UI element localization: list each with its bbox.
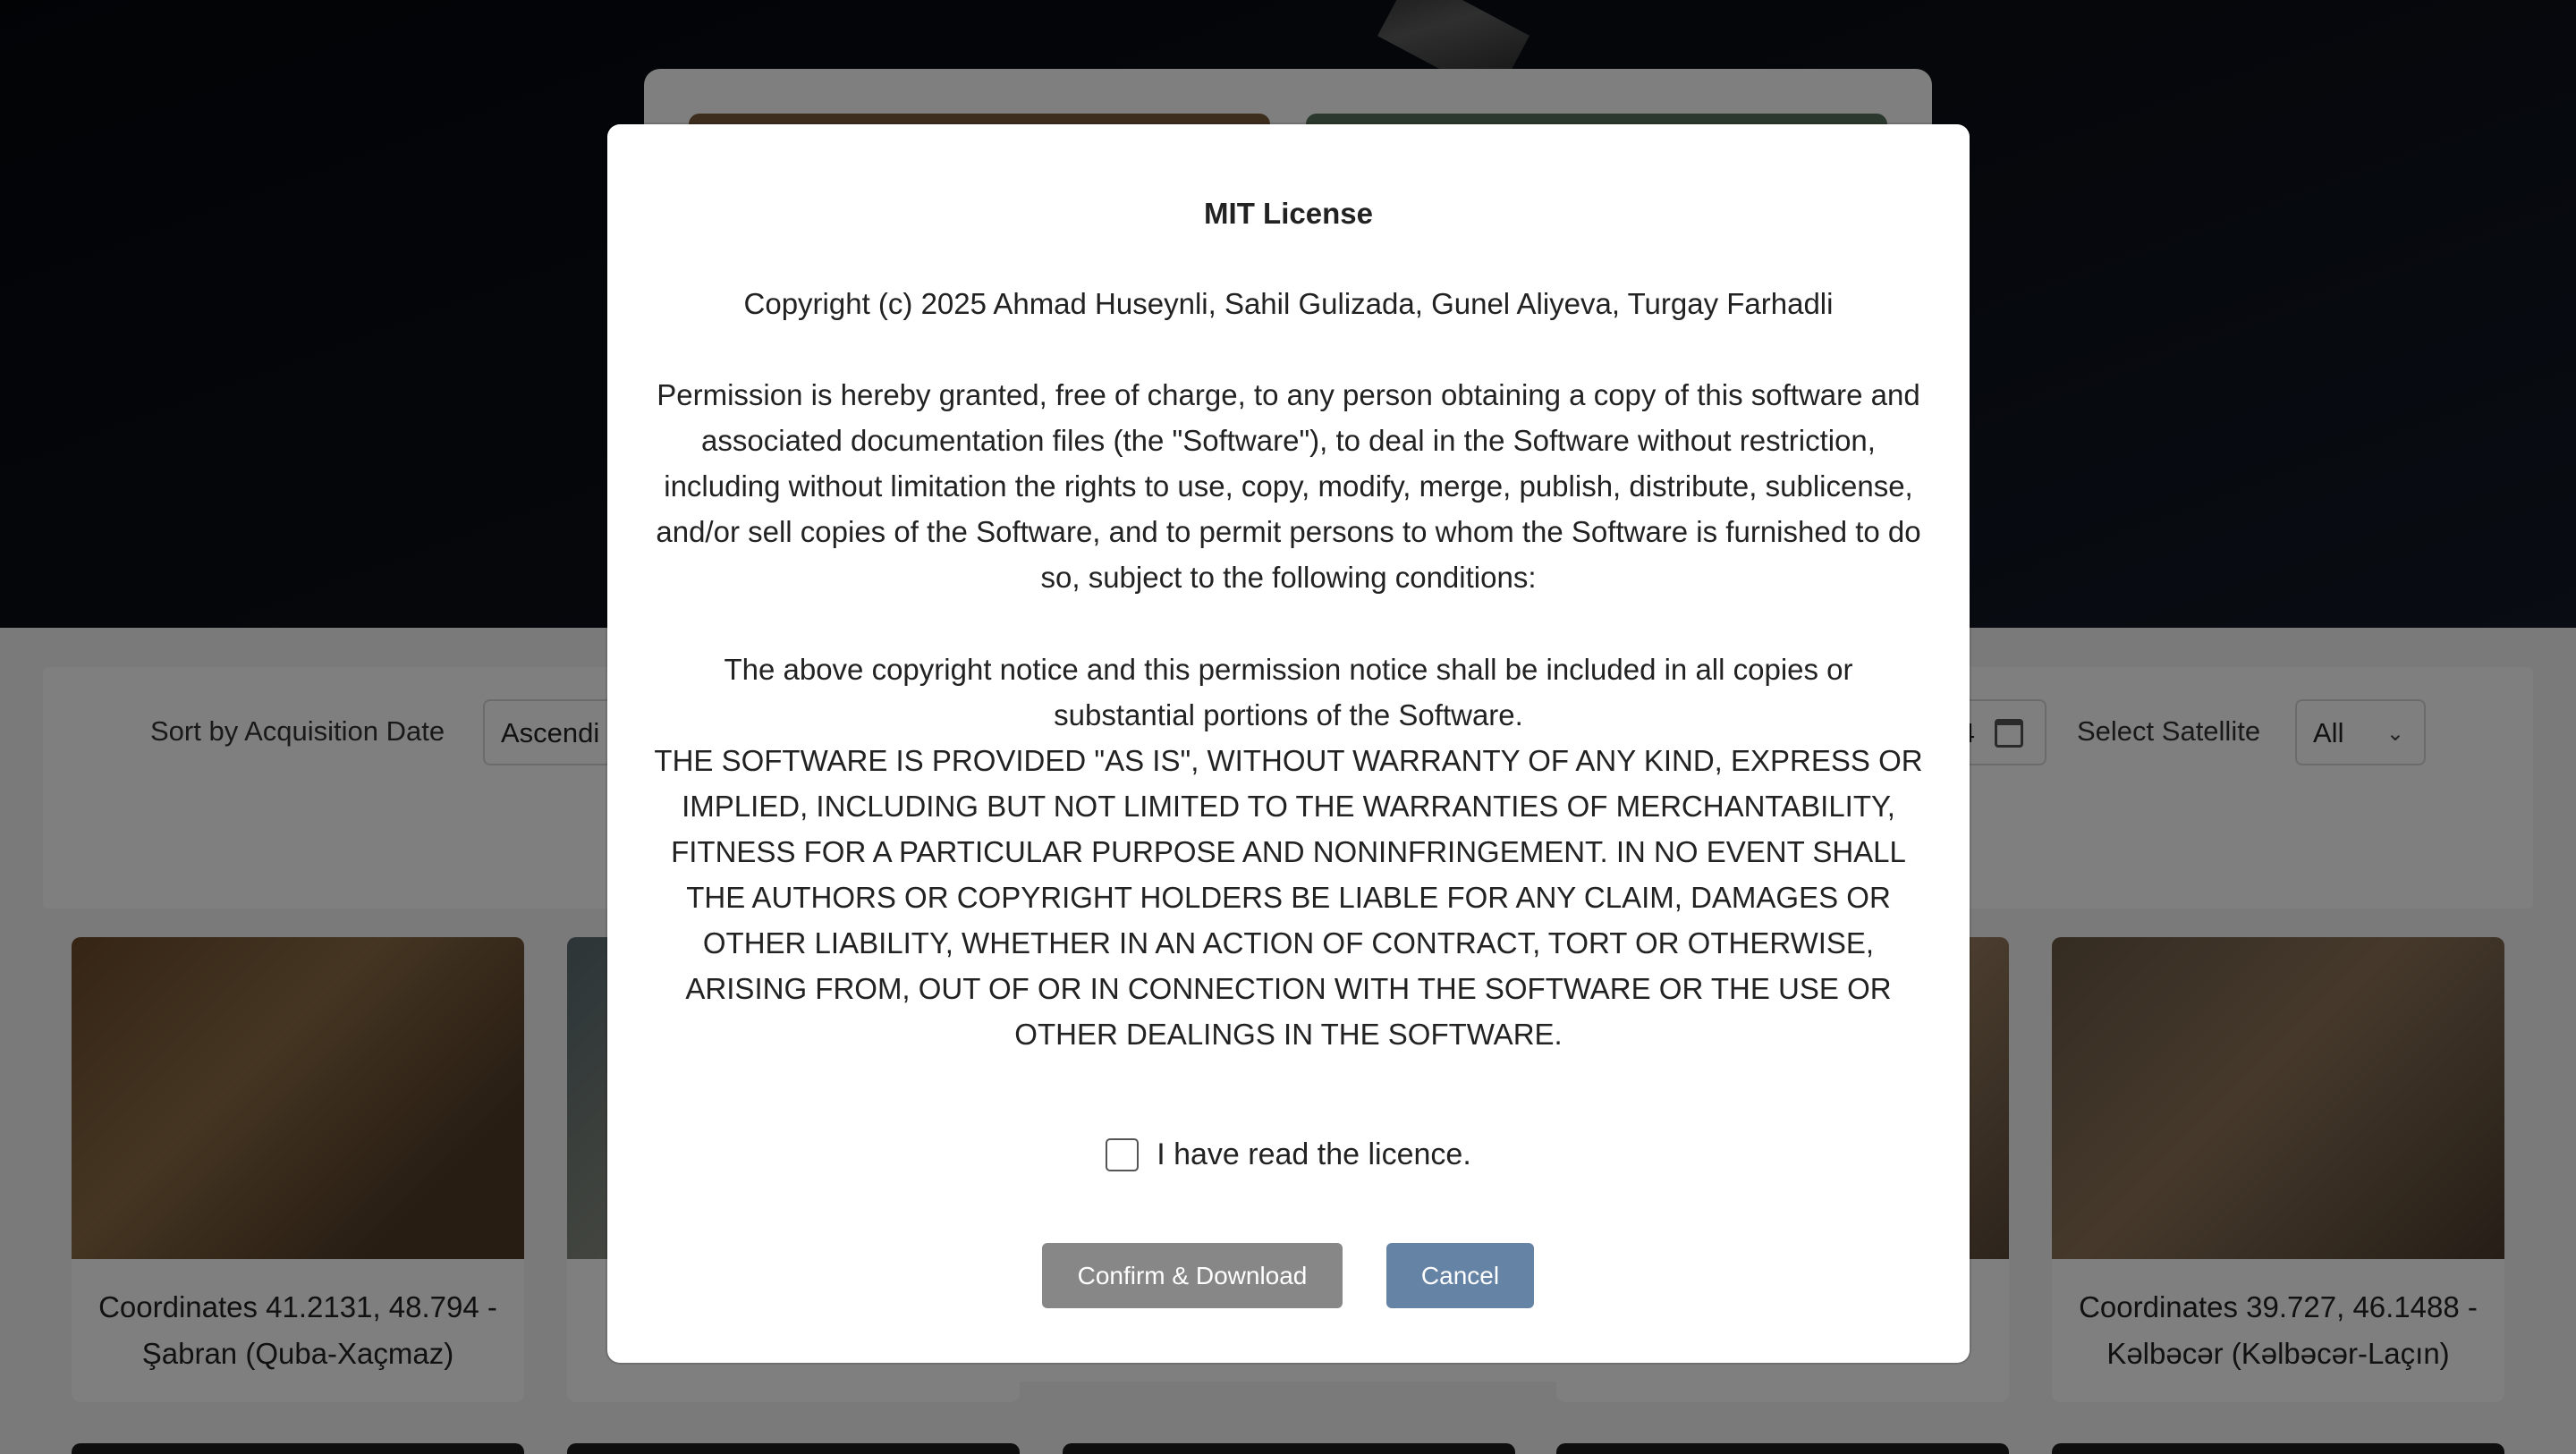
warranty-paragraph: THE SOFTWARE IS PROVIDED "AS IS", WITHOU… <box>654 744 1923 1051</box>
confirm-download-button[interactable]: Confirm & Download <box>1042 1243 1343 1308</box>
permission-paragraph: Permission is hereby granted, free of ch… <box>656 378 1921 594</box>
license-dialog: MIT License Copyright (c) 2025 Ahmad Hus… <box>607 124 1970 1363</box>
read-licence-label: I have read the licence. <box>1157 1137 1471 1171</box>
copyright-line: Copyright (c) 2025 Ahmad Huseynli, Sahil… <box>743 287 1834 320</box>
read-licence-checkbox[interactable] <box>1106 1138 1140 1171</box>
read-licence-checkbox-row[interactable]: I have read the licence. <box>607 1137 1970 1172</box>
notice-paragraph: The above copyright notice and this perm… <box>724 653 1853 731</box>
cancel-button[interactable]: Cancel <box>1386 1243 1534 1308</box>
dialog-title: MIT License <box>1204 197 1373 230</box>
